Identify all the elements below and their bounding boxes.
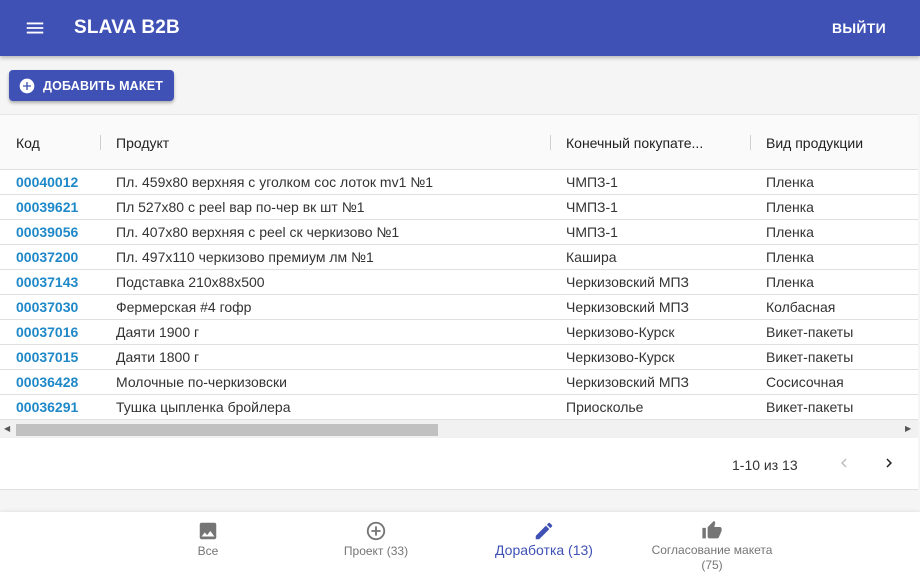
row-buyer: Черкизово-Курск [566,349,675,365]
row-buyer: ЧМПЗ-1 [566,199,618,215]
row-code-link[interactable]: 00039056 [16,220,78,245]
menu-button[interactable] [0,0,70,56]
table-header: Код Продукт Конечный покупате... Вид про… [0,115,918,170]
bottom-navigation: Все Проект (33) Доработка (13) Согласова… [0,512,920,573]
row-product-type: Пленка [766,249,814,265]
row-product: Пл. 459х80 верхняя с уголком сос лоток m… [116,174,434,190]
horizontal-scrollbar[interactable]: ◀ ▶ [0,420,918,438]
app-bar: SLAVA B2B ВЫЙТИ [0,0,920,56]
row-code-link[interactable]: 00037030 [16,295,78,320]
table-row[interactable]: 00036428 Молочные по-черкизовски Черкизо… [0,370,918,395]
row-product: Молочные по-черкизовски [116,374,287,390]
table-row[interactable]: 00036291 Тушка цыпленка бройлера Приоско… [0,395,918,420]
row-product-type: Сосисочная [766,374,844,390]
nav-revision[interactable]: Доработка (13) [484,512,604,573]
row-buyer: Черкизовский МПЗ [566,299,690,315]
table-row[interactable]: 00040012 Пл. 459х80 верхняя с уголком со… [0,170,918,195]
layouts-table: Код Продукт Конечный покупате... Вид про… [0,114,918,490]
column-header-code[interactable]: Код [16,115,40,170]
table-row[interactable]: 00037015 Даяти 1800 г Черкизово-Курск Ви… [0,345,918,370]
row-buyer: ЧМПЗ-1 [566,174,618,190]
table-row[interactable]: 00037030 Фермерская #4 гофр Черкизовский… [0,295,918,320]
scroll-right-icon[interactable]: ▶ [905,424,911,434]
column-header-product[interactable]: Продукт [116,115,169,170]
row-product-type: Викет-пакеты [766,324,854,340]
app-title: SLAVA B2B [74,17,180,38]
row-code-link[interactable]: 00039621 [16,195,78,220]
chevron-left-icon[interactable] [835,453,853,473]
nav-all[interactable]: Все [158,512,258,573]
row-product-type: Пленка [766,199,814,215]
row-product-type: Пленка [766,224,814,240]
menu-icon [26,22,44,34]
table-body: 00040012 Пл. 459х80 верхняя с уголком со… [0,170,918,420]
nav-revision-label: Доработка (13) [495,542,593,558]
row-product: Тушка цыпленка бройлера [116,399,291,415]
row-code-link[interactable]: 00037143 [16,270,78,295]
chevron-right-icon[interactable] [880,453,898,473]
page-range: 1-10 из 13 [732,457,798,473]
table-row[interactable]: 00037143 Подставка 210х88х500 Черкизовск… [0,270,918,295]
add-layout-label: ДОБАВИТЬ МАКЕТ [43,78,164,93]
row-buyer: Черкизово-Курск [566,324,675,340]
row-product-type: Пленка [766,174,814,190]
column-divider[interactable] [750,135,751,150]
thumb-up-icon [702,520,722,539]
row-code-link[interactable]: 00036428 [16,370,78,395]
column-divider[interactable] [550,135,551,150]
row-product: Подставка 210х88х500 [116,274,265,290]
row-code-link[interactable]: 00036291 [16,395,78,420]
nav-all-label: Все [197,544,219,558]
pencil-icon [535,522,553,540]
row-code-link[interactable]: 00037200 [16,245,78,270]
scroll-left-icon[interactable]: ◀ [4,424,10,434]
row-product-type: Викет-пакеты [766,349,854,365]
row-product-type: Пленка [766,274,814,290]
row-product-type: Викет-пакеты [766,399,854,415]
row-product: Пл. 407х80 верхняя с peel ск черкизово №… [116,224,400,240]
row-product: Пл 527х80 с peel вар по-чер вк шт №1 [116,199,365,215]
column-header-buyer[interactable]: Конечный покупате... [566,115,703,170]
row-product: Пл. 497х110 черкизово премиум лм №1 [116,249,374,265]
pagination: 1-10 из 13 [0,445,918,485]
row-code-link[interactable]: 00037015 [16,345,78,370]
row-buyer: ЧМПЗ-1 [566,224,618,240]
logout-button[interactable]: ВЫЙТИ [832,0,886,56]
row-buyer: Черкизовский МПЗ [566,374,690,390]
table-row[interactable]: 00037200 Пл. 497х110 черкизово премиум л… [0,245,918,270]
table-row[interactable]: 00039621 Пл 527х80 с peel вар по-чер вк … [0,195,918,220]
row-buyer: Черкизовский МПЗ [566,274,690,290]
add-circle-icon [366,521,386,541]
row-product: Даяти 1800 г [116,349,200,365]
row-code-link[interactable]: 00037016 [16,320,78,345]
table-row[interactable]: 00039056 Пл. 407х80 верхняя с peel ск че… [0,220,918,245]
table-row[interactable]: 00037016 Даяти 1900 г Черкизово-Курск Ви… [0,320,918,345]
add-layout-button[interactable]: ДОБАВИТЬ МАКЕТ [9,70,175,101]
nav-approval[interactable]: Согласование макета (75) [644,512,780,573]
nav-project[interactable]: Проект (33) [316,512,436,573]
row-product-type: Колбасная [766,299,836,315]
row-product: Фермерская #4 гофр [116,299,252,315]
nav-approval-label: Согласование макета (75) [651,543,773,572]
row-product: Даяти 1900 г [116,324,200,340]
nav-project-label: Проект (33) [343,544,409,558]
image-icon [199,522,217,540]
row-buyer: Приосколье [566,399,644,415]
row-code-link[interactable]: 00040012 [16,170,78,195]
add-circle-icon [19,78,35,93]
row-buyer: Кашира [566,249,617,265]
scrollbar-thumb[interactable] [16,424,438,436]
column-header-product-type[interactable]: Вид продукции [766,115,863,170]
column-divider[interactable] [100,135,101,150]
